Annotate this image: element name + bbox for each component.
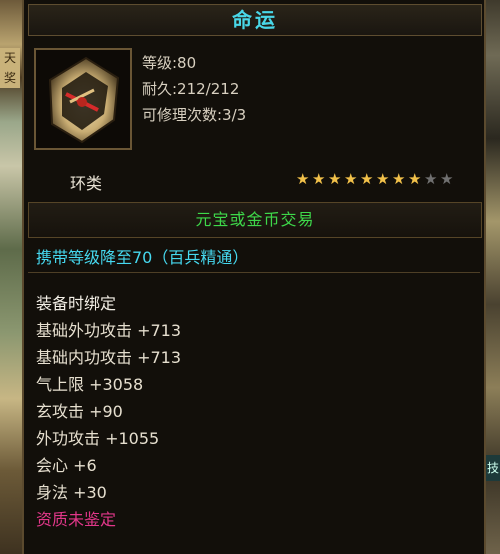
item-level: 等级:80	[142, 54, 197, 72]
star-filled-icon: ★	[360, 170, 374, 188]
item-icon-frame	[34, 48, 132, 150]
star-empty-icon: ★	[424, 170, 438, 188]
star-filled-icon: ★	[392, 170, 406, 188]
attribute-line: 身法 +30	[36, 483, 107, 502]
star-filled-icon: ★	[376, 170, 390, 188]
ring-weapon-icon	[36, 50, 130, 148]
item-type-row: 环类 ★ ★ ★ ★ ★ ★ ★ ★ ★ ★	[28, 168, 480, 196]
star-filled-icon: ★	[408, 170, 422, 188]
item-stats: 等级:80 耐久:212/212 可修理次数:3/3	[142, 50, 246, 128]
item-title-bar: 命运	[28, 4, 482, 36]
star-empty-icon: ★	[440, 170, 454, 188]
trade-bar: 元宝或金币交易	[28, 202, 482, 238]
item-type: 环类	[70, 174, 103, 193]
bind-status: 装备时绑定	[36, 294, 117, 313]
level-requirement: 携带等级降至70（百兵精通）	[36, 248, 249, 267]
attribute-line: 会心 +6	[36, 456, 97, 475]
background-right-tag: 技	[486, 455, 500, 481]
attribute-list: 装备时绑定 基础外功攻击 +713 基础内功攻击 +713 气上限 +3058 …	[36, 290, 181, 533]
star-filled-icon: ★	[296, 170, 310, 188]
quality-status: 资质未鉴定	[36, 510, 117, 529]
attribute-line: 外功攻击 +1055	[36, 429, 160, 448]
item-repair-count: 可修理次数:3/3	[142, 106, 247, 124]
trade-method: 元宝或金币交易	[195, 210, 315, 229]
star-filled-icon: ★	[328, 170, 342, 188]
attribute-line: 基础内功攻击 +713	[36, 348, 182, 367]
attribute-line: 玄攻击 +90	[36, 402, 123, 421]
attribute-line: 基础外功攻击 +713	[36, 321, 182, 340]
star-filled-icon: ★	[344, 170, 358, 188]
item-name: 命运	[232, 8, 278, 32]
divider	[28, 272, 480, 273]
star-rating: ★ ★ ★ ★ ★ ★ ★ ★ ★ ★	[296, 170, 454, 188]
star-filled-icon: ★	[312, 170, 326, 188]
item-durability: 耐久:212/212	[142, 80, 240, 98]
item-tooltip: 命运 等级:80 耐久:212/212 可修理次数:3/3 环类 ★ ★ ★ ★ ★ ★ ★…	[22, 0, 486, 554]
attribute-line: 气上限 +3058	[36, 375, 144, 394]
background-left-tag: 天奖	[0, 48, 20, 88]
